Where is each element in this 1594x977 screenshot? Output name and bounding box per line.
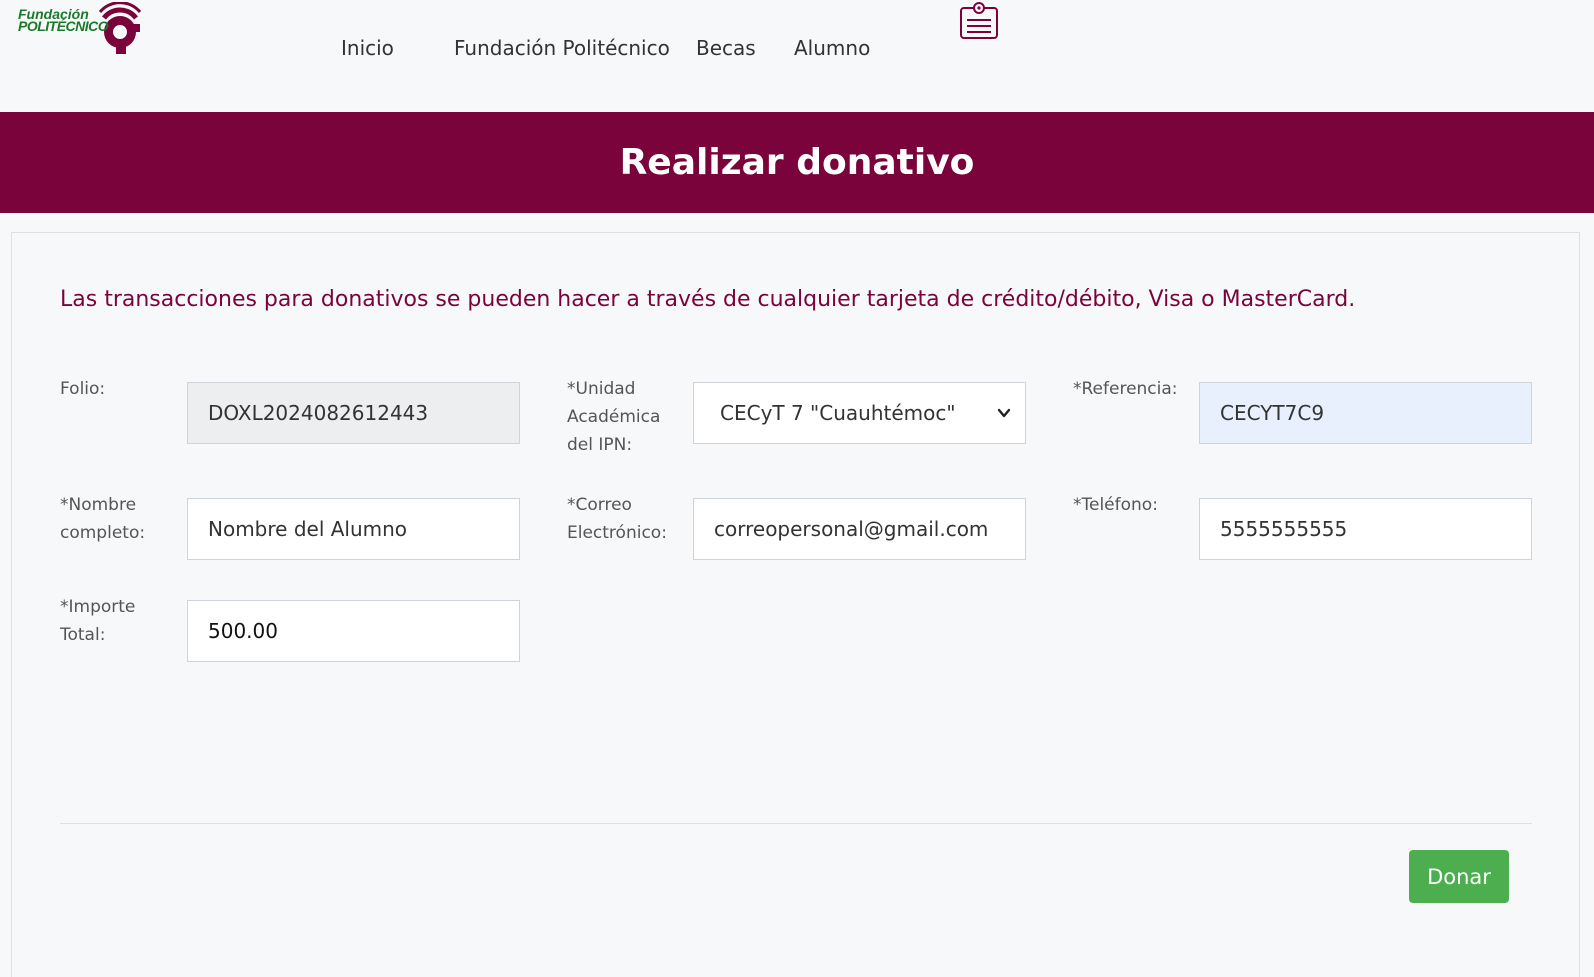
- correo-label: *Correo Electrónico:: [567, 495, 667, 543]
- nav-inicio[interactable]: Inicio: [341, 36, 394, 60]
- unidad-academica-label: *Unidad Académica del IPN:: [567, 379, 661, 455]
- form-divider: [60, 823, 1532, 824]
- nav-becas[interactable]: Becas: [696, 36, 756, 60]
- unidad-academica-select[interactable]: CECyT 7 "Cuauhtémoc": [693, 382, 1026, 444]
- telefono-label: *Teléfono:: [1073, 495, 1158, 515]
- nombre-field[interactable]: Nombre del Alumno: [187, 498, 520, 560]
- referencia-label: *Referencia:: [1073, 379, 1178, 399]
- folio-label: Folio:: [60, 379, 106, 399]
- donar-button[interactable]: Donar: [1409, 850, 1509, 903]
- donation-form-card: Las transacciones para donativos se pued…: [11, 232, 1580, 977]
- referencia-field[interactable]: CECYT7C9: [1199, 382, 1532, 444]
- logo-text: Fundación POLITÉCNICO: [18, 6, 109, 34]
- fundacion-politecnico-logo[interactable]: Fundación POLITÉCNICO: [18, 2, 144, 56]
- nav-fundacion-politecnico[interactable]: Fundación Politécnico: [454, 36, 670, 60]
- correo-field[interactable]: correopersonal@gmail.com: [693, 498, 1026, 560]
- payment-notice: Las transacciones para donativos se pued…: [60, 287, 1356, 312]
- folio-field: DOXL2024082612443: [187, 382, 520, 444]
- telefono-field[interactable]: 5555555555: [1199, 498, 1532, 560]
- top-navbar: Fundación POLITÉCNICO Inicio Fundación P…: [0, 0, 1594, 112]
- page-title: Realizar donativo: [619, 142, 975, 183]
- id-badge-icon[interactable]: [958, 0, 1000, 42]
- chevron-down-icon: [997, 408, 1011, 418]
- nombre-label: *Nombre completo:: [60, 495, 146, 543]
- unidad-academica-selected: CECyT 7 "Cuauhtémoc": [720, 401, 956, 425]
- nav-alumno[interactable]: Alumno: [794, 36, 870, 60]
- importe-label: *Importe Total:: [60, 597, 136, 645]
- importe-field[interactable]: 500.00: [187, 600, 520, 662]
- page-banner: Realizar donativo: [0, 112, 1594, 213]
